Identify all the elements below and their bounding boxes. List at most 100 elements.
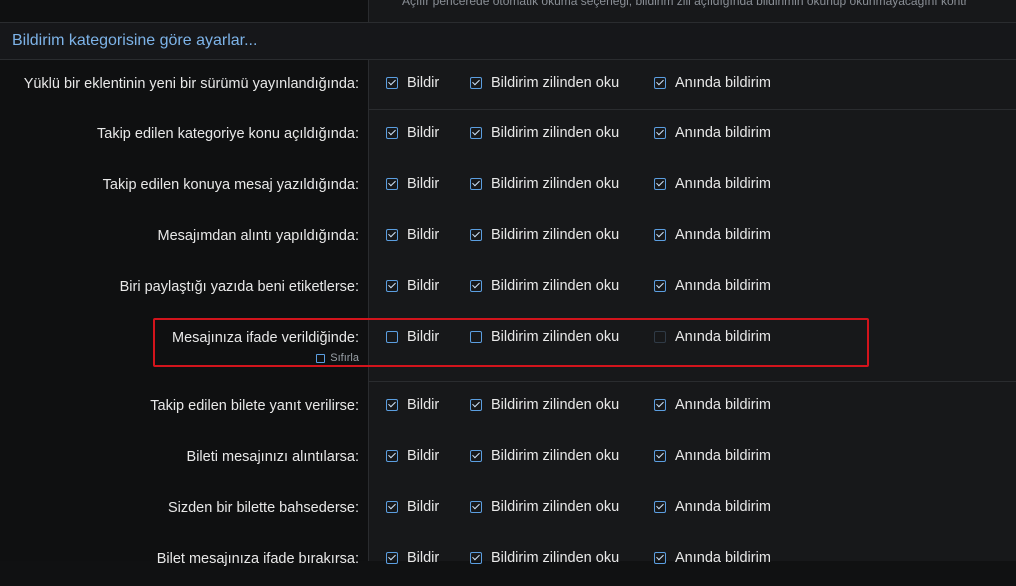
notify-checkbox[interactable] xyxy=(386,127,398,139)
notify-option[interactable]: Bildir xyxy=(386,397,439,413)
instant-option[interactable]: Anında bildirim xyxy=(654,499,771,515)
bell-read-option[interactable]: Bildirim zilinden oku xyxy=(470,227,619,243)
settings-row: Mesajımdan alıntı yapıldığında: Bildir Bil… xyxy=(0,212,1016,263)
instant-checkbox[interactable] xyxy=(654,450,666,462)
bell-read-option[interactable]: Bildirim zilinden oku xyxy=(470,176,619,192)
settings-row: Takip edilen kategoriye konu açıldığında… xyxy=(0,110,1016,161)
instant-label: Anında bildirim xyxy=(675,176,771,192)
bell-read-option[interactable]: Bildirim zilinden oku xyxy=(470,329,619,345)
notify-option[interactable]: Bildir xyxy=(386,550,439,566)
notify-label: Bildir xyxy=(407,176,440,192)
notify-checkbox[interactable] xyxy=(386,229,398,241)
instant-option[interactable]: Anında bildirim xyxy=(654,397,771,413)
instant-checkbox[interactable] xyxy=(654,229,666,241)
bell-read-checkbox[interactable] xyxy=(470,399,482,411)
notify-checkbox[interactable] xyxy=(386,280,398,292)
bell-read-label: Bildirim zilinden oku xyxy=(491,329,620,345)
settings-row: Yüklü bir eklentinin yeni bir sürümü yay… xyxy=(0,60,1016,111)
instant-option[interactable]: Anında bildirim xyxy=(654,125,771,141)
instant-checkbox[interactable] xyxy=(654,501,666,513)
notify-checkbox[interactable] xyxy=(386,178,398,190)
notify-option[interactable]: Bildir xyxy=(386,125,439,141)
notify-label: Bildir xyxy=(407,397,440,413)
instant-option[interactable]: Anında bildirim xyxy=(654,227,771,243)
setting-label: Mesajınıza ifade verildiğinde: xyxy=(172,330,359,346)
notify-option[interactable]: Bildir xyxy=(386,499,439,515)
instant-checkbox[interactable] xyxy=(654,331,666,343)
instant-label: Anında bildirim xyxy=(675,397,771,413)
setting-label: Sizden bir bilette bahsederse: xyxy=(167,500,359,516)
bell-read-checkbox[interactable] xyxy=(470,77,482,89)
instant-label: Anında bildirim xyxy=(675,125,771,141)
setting-label: Bileti mesajınızı alıntılarsa: xyxy=(186,449,359,465)
notify-checkbox[interactable] xyxy=(386,501,398,513)
notify-checkbox[interactable] xyxy=(386,331,398,343)
bell-read-checkbox[interactable] xyxy=(470,280,482,292)
notify-label: Bildir xyxy=(407,125,440,141)
bell-read-label: Bildirim zilinden oku xyxy=(491,75,620,91)
instant-label: Anında bildirim xyxy=(675,227,771,243)
instant-label: Anında bildirim xyxy=(675,550,771,566)
bell-read-option[interactable]: Bildirim zilinden oku xyxy=(470,550,619,566)
instant-checkbox[interactable] xyxy=(654,178,666,190)
bell-read-checkbox[interactable] xyxy=(470,331,482,343)
instant-option[interactable]: Anında bildirim xyxy=(654,75,771,91)
notify-label: Bildir xyxy=(407,75,440,91)
bell-read-label: Bildirim zilinden oku xyxy=(491,499,620,515)
notify-label: Bildir xyxy=(407,227,440,243)
setting-label: Takip edilen konuya mesaj yazıldığında: xyxy=(102,177,359,193)
instant-checkbox[interactable] xyxy=(654,127,666,139)
instant-option[interactable]: Anında bildirim xyxy=(654,550,771,566)
bell-read-label: Bildirim zilinden oku xyxy=(491,125,620,141)
setting-label: Mesajımdan alıntı yapıldığında: xyxy=(157,228,359,244)
bell-read-checkbox[interactable] xyxy=(470,127,482,139)
instant-checkbox[interactable] xyxy=(654,77,666,89)
setting-label: Yüklü bir eklentinin yeni bir sürümü yay… xyxy=(23,76,359,92)
bell-read-option[interactable]: Bildirim zilinden oku xyxy=(470,499,619,515)
bell-read-label: Bildirim zilinden oku xyxy=(491,448,620,464)
setting-label: Bilet mesajınıza ifade bırakırsa: xyxy=(156,551,359,567)
bell-read-checkbox[interactable] xyxy=(470,450,482,462)
notify-option[interactable]: Bildir xyxy=(386,329,439,345)
bell-read-option[interactable]: Bildirim zilinden oku xyxy=(470,125,619,141)
notify-option[interactable]: Bildir xyxy=(386,278,439,294)
notify-option[interactable]: Bildir xyxy=(386,176,439,192)
row-divider xyxy=(369,381,1016,382)
bell-read-label: Bildirim zilinden oku xyxy=(491,278,620,294)
bell-read-checkbox[interactable] xyxy=(470,501,482,513)
notify-option[interactable]: Bildir xyxy=(386,227,439,243)
bell-read-label: Bildirim zilinden oku xyxy=(491,176,620,192)
bell-read-checkbox[interactable] xyxy=(470,178,482,190)
notify-label: Bildir xyxy=(407,499,440,515)
instant-checkbox[interactable] xyxy=(654,552,666,564)
reset-link[interactable]: Sıfırla xyxy=(316,352,359,364)
bell-read-option[interactable]: Bildirim zilinden oku xyxy=(470,448,619,464)
instant-label: Anında bildirim xyxy=(675,499,771,515)
instant-option[interactable]: Anında bildirim xyxy=(654,329,771,345)
instant-option[interactable]: Anında bildirim xyxy=(654,448,771,464)
settings-row: Mesajınıza ifade verildiğinde: Sıfırla Bil… xyxy=(0,314,1016,365)
notify-checkbox[interactable] xyxy=(386,450,398,462)
settings-row: Biri paylaştığı yazıda beni etiketlerse:… xyxy=(0,263,1016,314)
instant-option[interactable]: Anında bildirim xyxy=(654,176,771,192)
notify-checkbox[interactable] xyxy=(386,77,398,89)
instant-checkbox[interactable] xyxy=(654,280,666,292)
setting-label: Takip edilen kategoriye konu açıldığında… xyxy=(97,126,359,142)
bell-read-checkbox[interactable] xyxy=(470,229,482,241)
bell-read-label: Bildirim zilinden oku xyxy=(491,227,620,243)
notify-checkbox[interactable] xyxy=(386,399,398,411)
notify-checkbox[interactable] xyxy=(386,552,398,564)
setting-label: Biri paylaştığı yazıda beni etiketlerse: xyxy=(119,279,359,295)
bell-read-label: Bildirim zilinden oku xyxy=(491,550,620,566)
bell-read-option[interactable]: Bildirim zilinden oku xyxy=(470,397,619,413)
top-help-text: Açılır pencerede otomatik okuma seçeneği… xyxy=(402,0,968,8)
setting-label: Takip edilen bilete yanıt verilirse: xyxy=(150,398,359,414)
notify-option[interactable]: Bildir xyxy=(386,448,439,464)
bell-read-checkbox[interactable] xyxy=(470,552,482,564)
instant-option[interactable]: Anında bildirim xyxy=(654,278,771,294)
bell-read-option[interactable]: Bildirim zilinden oku xyxy=(470,278,619,294)
notify-option[interactable]: Bildir xyxy=(386,75,439,91)
instant-checkbox[interactable] xyxy=(654,399,666,411)
notify-label: Bildir xyxy=(407,550,440,566)
bell-read-option[interactable]: Bildirim zilinden oku xyxy=(470,75,619,91)
